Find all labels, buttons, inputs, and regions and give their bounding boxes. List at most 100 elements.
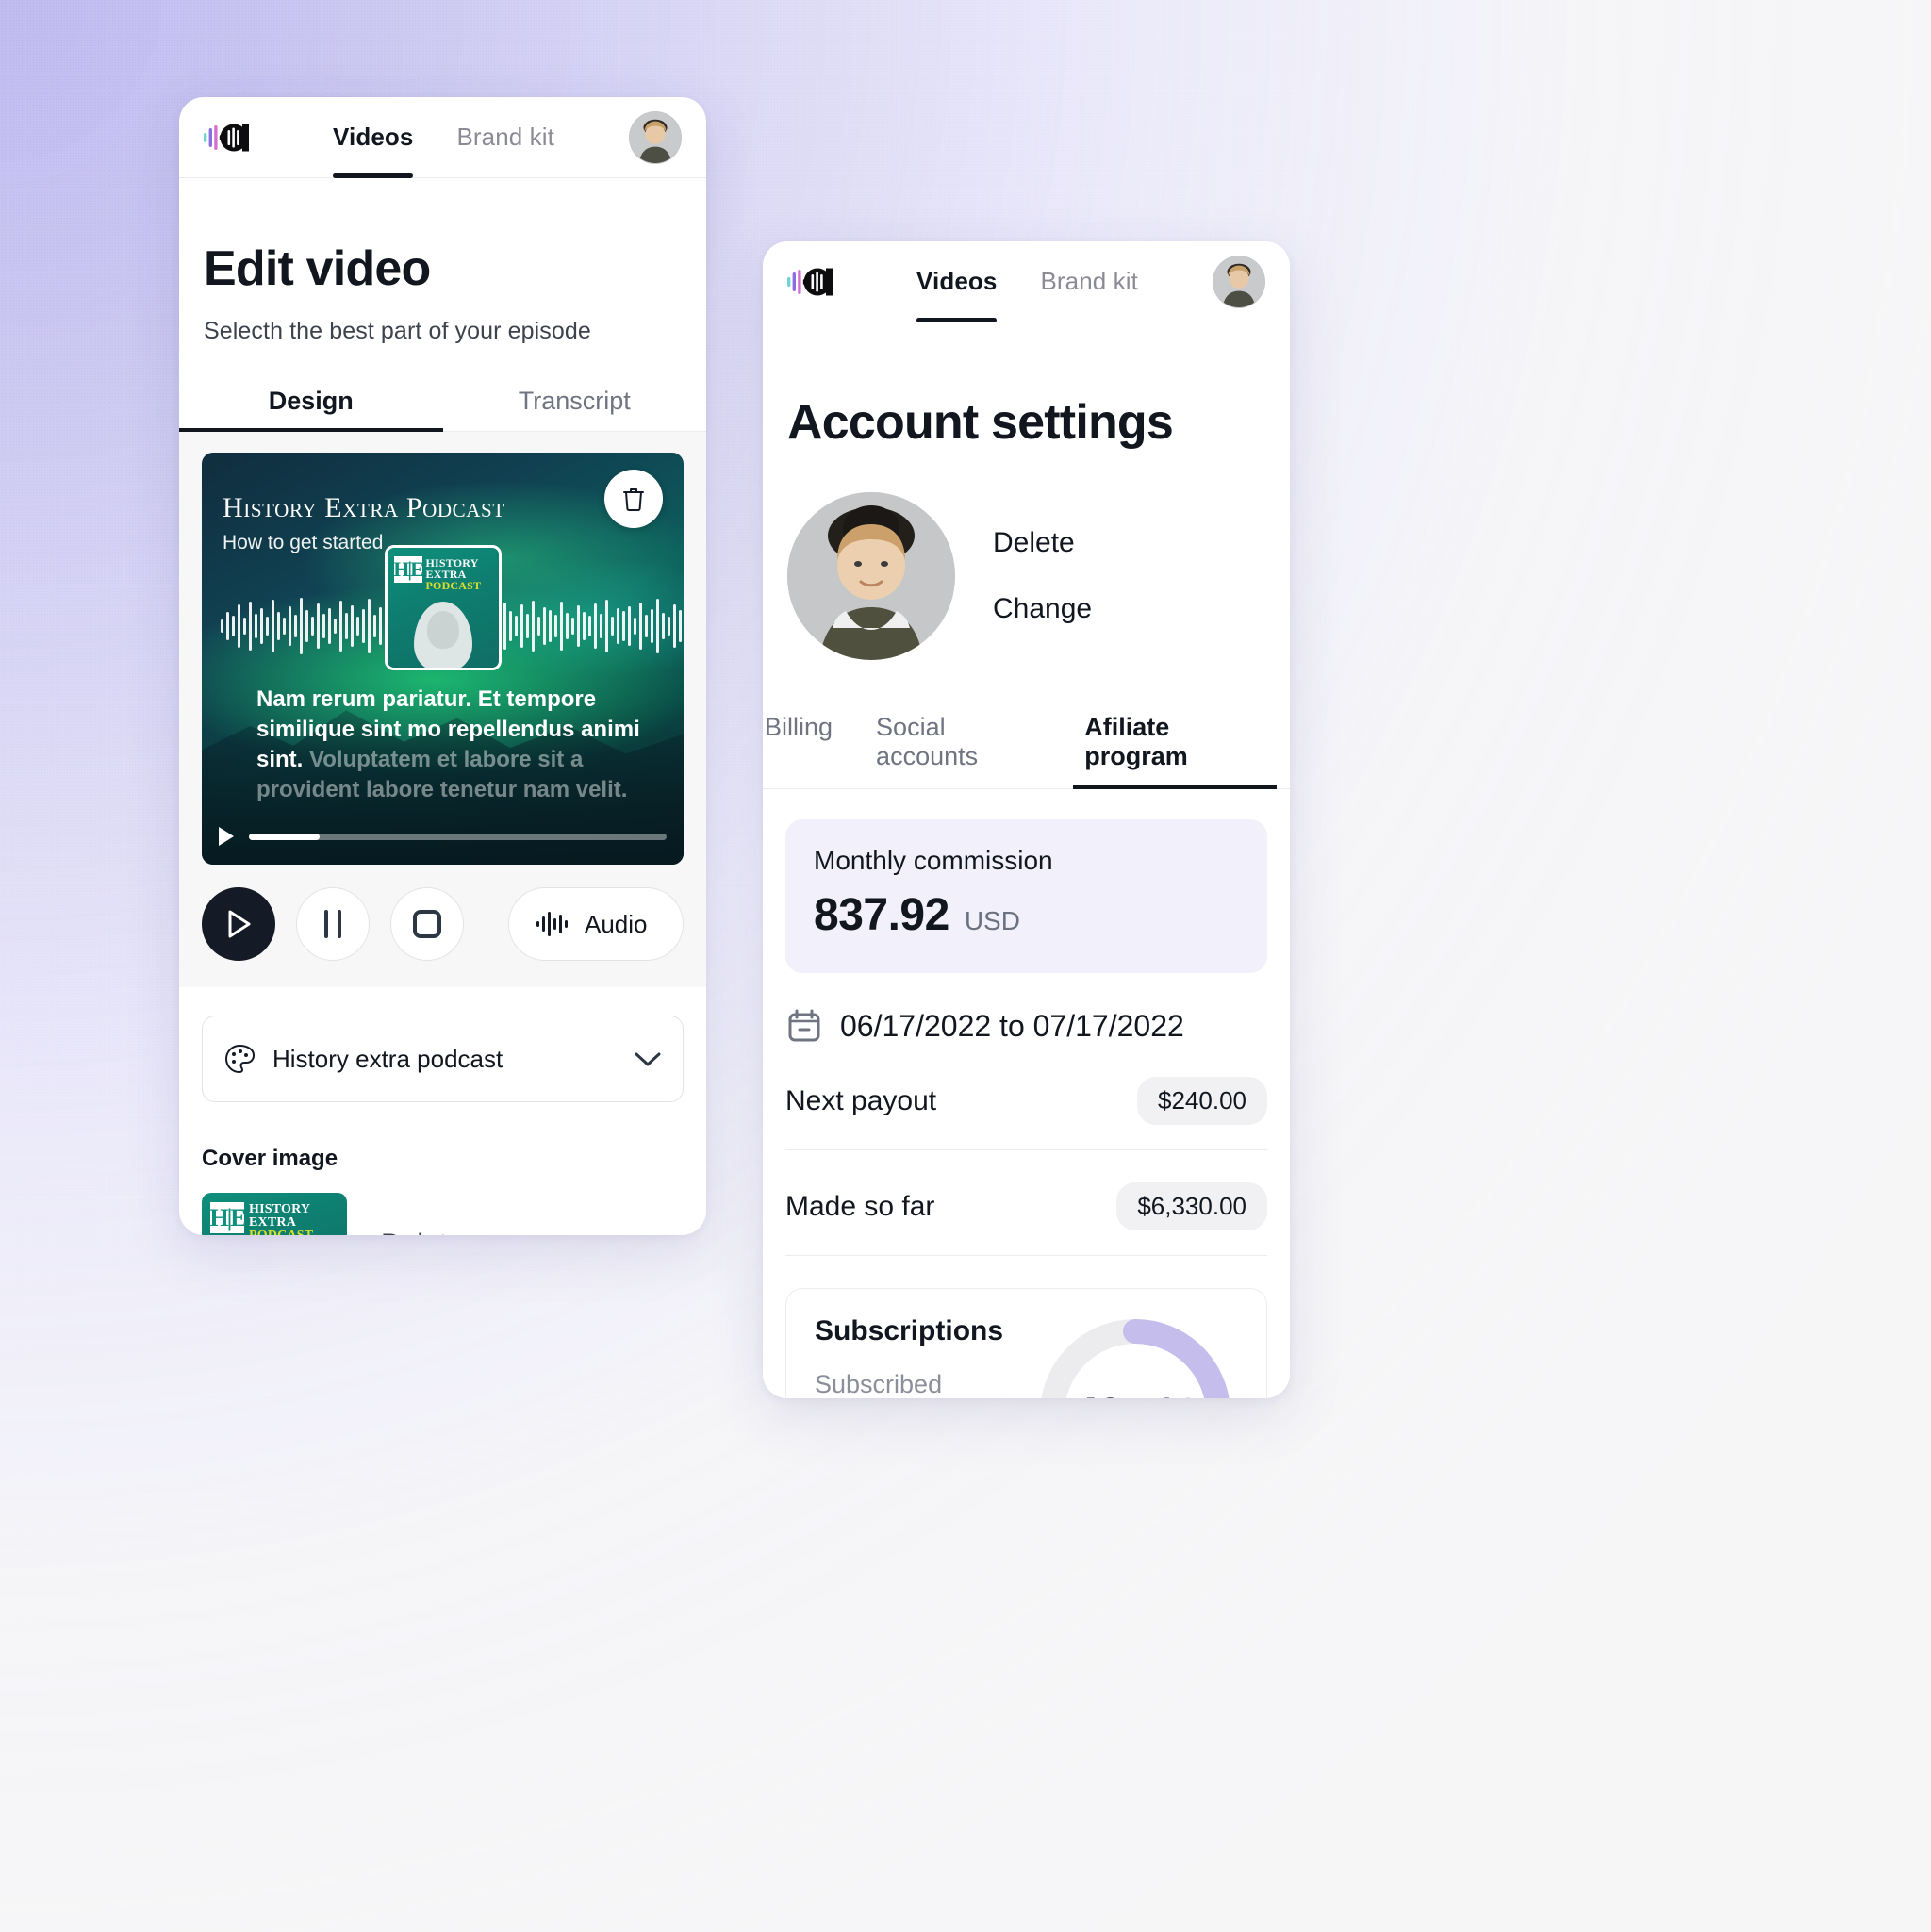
calendar-minus-icon [788,1009,820,1042]
nav-tab-videos[interactable]: Videos [333,97,414,178]
waveform-bar [662,613,665,639]
palette-icon [225,1044,255,1074]
edit-video-subtabs: Design Transcript [179,377,706,432]
waveform-bar [600,614,602,638]
waveform-bar [266,617,269,636]
waveform-bar [679,610,682,642]
video-scrubber[interactable] [219,827,667,846]
profile-actions: Delete Change [993,527,1092,625]
change-photo-button[interactable]: Change [993,593,1092,625]
waveform-bar [651,609,653,643]
waveform-bar [543,607,546,645]
waveform-bar [509,611,512,641]
delete-video-button[interactable] [604,470,663,528]
nav-tab-brand-kit[interactable]: Brand kit [456,97,554,177]
waveform-bar [317,603,320,649]
chevron-down-icon[interactable] [634,1050,662,1067]
waveform-bar [345,613,348,639]
page-subtitle: Selecth the best part of your episode [204,318,591,344]
waveform-bar [373,615,376,637]
avatar[interactable] [1213,255,1265,308]
waveform-bar [379,607,382,645]
video-show-title: History Extra Podcast [223,492,505,523]
profile-row: Delete Change [787,492,1265,660]
tab-design[interactable]: Design [179,377,443,432]
waveform-bar [656,599,659,653]
caption-inactive-text: Voluptatem et labore sit a provident lab… [256,746,628,802]
date-range-row[interactable]: 06/17/2022 to 07/17/2022 [763,973,1290,1045]
nav-tab-brand-kit[interactable]: Brand kit [1040,241,1138,322]
cover-image-thumbnail[interactable]: H|E HISTORY EXTRA PODCAST [202,1193,347,1235]
cover-thumb-line1: HISTORY [249,1202,311,1216]
video-cover-badge: H|E HISTORY EXTRA PODCAST [384,545,502,670]
edit-video-header: Edit video Selecth the best part of your… [179,240,706,345]
waveform-bar [554,615,557,637]
waveform-bar [583,612,586,640]
account-tabs: Billing Social accounts Afiliate program [763,713,1290,789]
playback-controls: Audio [179,865,706,987]
waveform-bar [243,618,246,635]
waveform-bar [249,602,252,651]
waveform-bar [622,611,625,641]
tab-social-accounts[interactable]: Social accounts [876,713,1041,788]
waveform-logo-icon[interactable] [787,266,842,298]
tab-transcript[interactable]: Transcript [443,377,707,431]
commission-value-row: 837.92 USD [814,889,1239,941]
made-so-far-value: $6,330.00 [1116,1182,1267,1230]
account-page-title: Account settings [787,395,1174,450]
waveform-bar [639,603,642,650]
stop-button[interactable] [390,887,464,961]
table-row: Made so far $6,330.00 [785,1150,1267,1256]
profile-photo[interactable] [787,492,955,660]
made-so-far-label: Made so far [785,1190,935,1222]
waveform-bar [577,605,580,647]
waveform-bar [351,605,354,647]
video-player[interactable]: History Extra Podcast How to get started… [202,453,684,865]
delete-cover-image-button[interactable]: Delete [381,1229,463,1235]
cover-thumb-monogram: H|E [209,1202,247,1233]
theme-select[interactable]: History extra podcast [202,1016,684,1102]
play-icon[interactable] [219,827,234,846]
waveform-bar [673,604,676,648]
waveform-bar [283,618,286,635]
waveform-bar [611,617,614,636]
play-button[interactable] [202,887,275,961]
waveform-bar [305,610,308,642]
waveform-bar [356,617,359,636]
video-episode-title: How to get started [223,532,384,553]
waveform-bar [634,618,636,635]
waveform-bar [588,616,591,636]
theme-select-value: History extra podcast [272,1044,503,1073]
audio-button[interactable]: Audio [508,887,684,961]
cover-image-section: Cover image H|E HISTORY EXTRA PODCAST De… [179,1102,706,1235]
statue-bust-image [413,602,472,668]
waveform-bar [328,608,331,644]
pause-icon-bar [324,910,328,938]
tab-affiliate-program[interactable]: Afiliate program [1073,713,1277,789]
nav-tab-videos[interactable]: Videos [916,241,998,322]
pause-button[interactable] [296,887,370,961]
waveform-bar [362,609,365,643]
cover-image-heading: Cover image [202,1146,338,1171]
waveform-bar [628,606,631,646]
cover-image-row: H|E HISTORY EXTRA PODCAST Delete [202,1193,684,1235]
account-top-bar: Videos Brand kit [763,241,1290,322]
waveform-bar [515,616,518,636]
main-nav: Videos Brand kit [258,97,629,178]
cover-thumb-logo: H|E HISTORY EXTRA PODCAST [209,1202,313,1235]
waveform-bar [368,599,371,653]
waveform-bar [526,614,529,638]
delete-photo-button[interactable]: Delete [993,527,1092,559]
tab-billing[interactable]: Billing [765,713,833,788]
waveform-bar [537,617,540,636]
waveform-bar [571,618,574,635]
top-bar: Videos Brand kit [179,97,706,178]
theme-select-row: History extra podcast [179,987,706,1102]
waveform-logo-icon[interactable] [204,122,258,154]
cover-thumb-line2: EXTRA [249,1215,297,1230]
next-payout-label: Next payout [785,1084,937,1116]
progress-bar[interactable] [249,833,667,840]
stop-icon [413,910,441,938]
waveform-bar [334,619,337,634]
avatar[interactable] [629,110,682,164]
